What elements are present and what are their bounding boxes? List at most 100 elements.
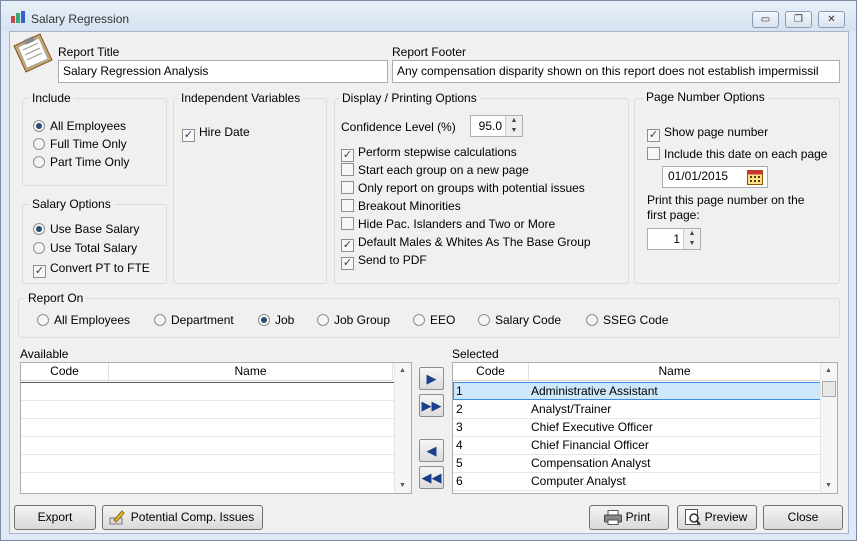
radio-indicator xyxy=(33,156,45,168)
spin-arrows-icon[interactable]: ▲ ▼ xyxy=(683,229,700,249)
report-on-eeo-radio[interactable]: EEO xyxy=(413,313,455,329)
report-on-salary-code-radio[interactable]: Salary Code xyxy=(478,313,561,329)
checkmark-icon: ✓ xyxy=(33,265,46,278)
scroll-thumb[interactable] xyxy=(822,381,836,397)
row-name: Administrative Assistant xyxy=(531,384,658,398)
row-name: Computer Analyst xyxy=(531,474,626,488)
calendar-icon[interactable] xyxy=(747,169,763,185)
table-row[interactable]: 3 Chief Executive Officer xyxy=(453,419,821,437)
table-row[interactable]: 1 Administrative Assistant xyxy=(453,382,821,400)
scroll-up-icon: ▲ xyxy=(399,367,406,374)
table-row[interactable]: 6 Computer Analyst xyxy=(453,473,821,491)
salary-regression-window: Salary Regression ▭ ❐ ✕ Report Title Sal… xyxy=(0,0,857,541)
checkbox-box xyxy=(341,217,354,230)
report-on-sseg-code-radio[interactable]: SSEG Code xyxy=(586,313,668,329)
table-row xyxy=(21,437,394,455)
move-right-button[interactable]: ▶ xyxy=(419,367,444,390)
double-arrow-left-icon: ◀◀ xyxy=(421,470,442,485)
radio-indicator xyxy=(413,314,425,326)
move-all-right-button[interactable]: ▶▶ xyxy=(419,394,444,417)
close-button[interactable]: Close xyxy=(763,505,843,530)
new-page-per-group-checkbox[interactable]: Start each group on a new page xyxy=(341,163,529,179)
send-to-pdf-checkbox[interactable]: ✓ Send to PDF xyxy=(341,253,427,270)
page-number-title: Page Number Options xyxy=(643,90,768,104)
hide-pac-islanders-checkbox[interactable]: Hide Pac. Islanders and Two or More xyxy=(341,217,555,233)
row-name: Chief Executive Officer xyxy=(531,420,653,434)
report-footer-label: Report Footer xyxy=(392,45,467,59)
checkbox-box xyxy=(341,163,354,176)
show-page-number-checkbox[interactable]: ✓ Show page number xyxy=(647,125,768,142)
report-title-label: Report Title xyxy=(58,45,120,59)
salary-options-title: Salary Options xyxy=(29,197,114,211)
default-base-group-checkbox[interactable]: ✓ Default Males & Whites As The Base Grou… xyxy=(341,235,591,252)
row-code: 5 xyxy=(456,456,463,470)
perform-stepwise-checkbox[interactable]: ✓ Perform stepwise calculations xyxy=(341,145,517,162)
double-arrow-right-icon: ▶▶ xyxy=(421,398,442,413)
report-on-department-radio[interactable]: Department xyxy=(154,313,234,329)
close-window-button[interactable]: ✕ xyxy=(818,11,845,28)
table-row[interactable]: 4 Chief Financial Officer xyxy=(453,437,821,455)
first-page-number-input[interactable]: 1 ▲ ▼ xyxy=(647,228,701,250)
app-icon xyxy=(11,11,25,23)
checkmark-icon: ✓ xyxy=(341,239,354,252)
table-row[interactable]: 5 Compensation Analyst xyxy=(453,455,821,473)
checkbox-box xyxy=(341,181,354,194)
export-button[interactable]: Export xyxy=(14,505,96,530)
dialog-body: Report Title Salary Regression Analysis … xyxy=(9,31,849,534)
available-grid[interactable]: Code Name ▲ ▼ xyxy=(20,362,412,494)
arrow-left-icon: ◀ xyxy=(426,443,437,458)
minimize-button[interactable]: ▭ xyxy=(752,11,779,28)
available-code-header[interactable]: Code xyxy=(21,363,109,381)
include-group-title: Include xyxy=(29,91,74,105)
confidence-level-label: Confidence Level (%) xyxy=(341,120,456,134)
report-on-job-radio[interactable]: Job xyxy=(258,313,294,329)
row-name: Chief Financial Officer xyxy=(531,438,649,452)
include-all-employees-radio[interactable]: All Employees xyxy=(33,119,126,135)
report-on-all-employees-radio[interactable]: All Employees xyxy=(37,313,130,329)
include-part-time-radio[interactable]: Part Time Only xyxy=(33,155,129,171)
selected-scrollbar[interactable]: ▲ ▼ xyxy=(820,363,837,493)
checkmark-icon: ✓ xyxy=(647,129,660,142)
radio-indicator xyxy=(478,314,490,326)
restore-button[interactable]: ❐ xyxy=(785,11,812,28)
report-on-job-group-radio[interactable]: Job Group xyxy=(317,313,390,329)
move-left-button[interactable]: ◀ xyxy=(419,439,444,462)
table-row xyxy=(21,383,394,401)
radio-indicator xyxy=(258,314,270,326)
display-printing-group: Display / Printing Options Confidence Le… xyxy=(334,91,629,284)
report-on-group: Report On All Employees Department Job J… xyxy=(18,291,840,338)
radio-indicator xyxy=(154,314,166,326)
hire-date-checkbox[interactable]: ✓ Hire Date xyxy=(182,125,250,142)
use-base-salary-radio[interactable]: Use Base Salary xyxy=(33,222,139,238)
confidence-level-input[interactable]: 95.0 ▲ ▼ xyxy=(470,115,523,137)
breakout-minorities-checkbox[interactable]: Breakout Minorities xyxy=(341,199,461,215)
first-page-number-label: Print this page number on the first page… xyxy=(647,193,805,222)
convert-pt-to-fte-checkbox[interactable]: ✓ Convert PT to FTE xyxy=(33,261,150,278)
report-title-input[interactable]: Salary Regression Analysis xyxy=(58,60,388,83)
print-button[interactable]: Print xyxy=(589,505,669,530)
selected-code-header[interactable]: Code xyxy=(453,363,529,381)
magnifier-preview-icon xyxy=(685,509,701,526)
salary-options-group: Salary Options Use Base Salary Use Total… xyxy=(22,197,167,284)
report-on-title: Report On xyxy=(25,291,87,305)
move-all-left-button[interactable]: ◀◀ xyxy=(419,466,444,489)
preview-button[interactable]: Preview xyxy=(677,505,757,530)
row-code: 3 xyxy=(456,420,463,434)
checkmark-icon: ✓ xyxy=(341,257,354,270)
use-total-salary-radio[interactable]: Use Total Salary xyxy=(33,241,137,257)
display-printing-title: Display / Printing Options xyxy=(339,91,480,105)
potential-issues-only-checkbox[interactable]: Only report on groups with potential iss… xyxy=(341,181,585,197)
row-code: 1 xyxy=(456,384,463,398)
include-date-checkbox[interactable]: Include this date on each page xyxy=(647,147,827,163)
spin-arrows-icon[interactable]: ▲ ▼ xyxy=(505,116,522,136)
available-scrollbar[interactable]: ▲ ▼ xyxy=(394,363,411,493)
include-full-time-radio[interactable]: Full Time Only xyxy=(33,137,127,153)
potential-comp-issues-button[interactable]: Potential Comp. Issues xyxy=(102,505,263,530)
row-code: 2 xyxy=(456,402,463,416)
available-name-header[interactable]: Name xyxy=(109,363,393,381)
table-row[interactable]: 2 Analyst/Trainer xyxy=(453,401,821,419)
report-footer-input[interactable]: Any compensation disparity shown on this… xyxy=(392,60,840,83)
selected-name-header[interactable]: Name xyxy=(529,363,821,381)
selected-grid[interactable]: Code Name 1 Administrative Assistant 2 A… xyxy=(452,362,838,494)
title-bar: Salary Regression ▭ ❐ ✕ xyxy=(1,1,856,31)
